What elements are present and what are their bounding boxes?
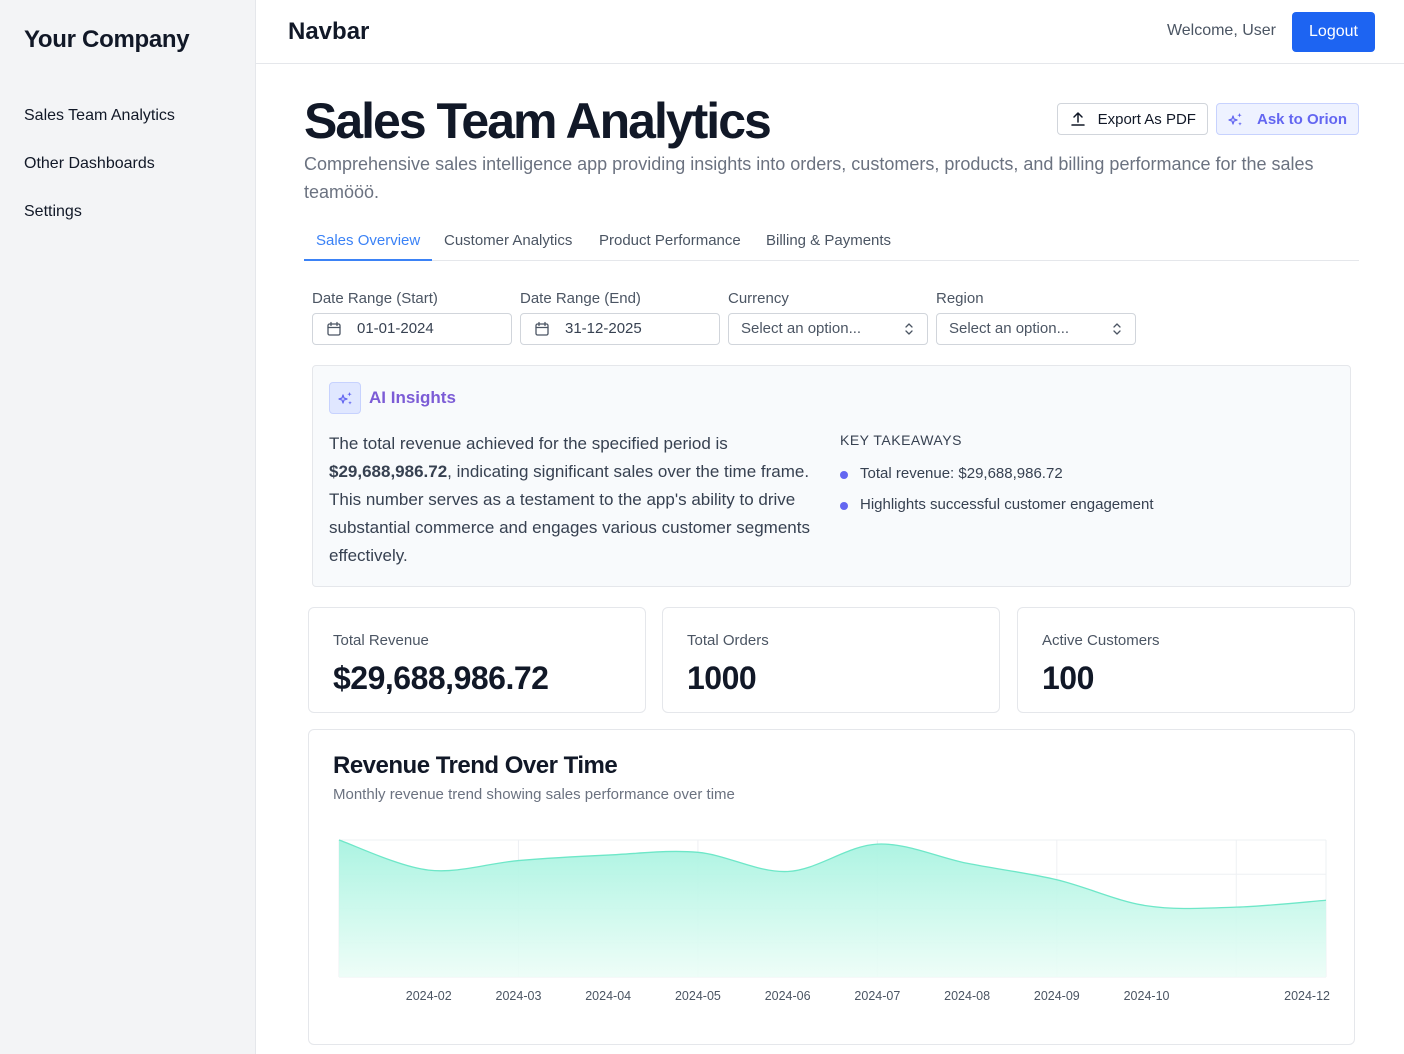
upload-icon bbox=[1070, 112, 1085, 126]
kpi-card-total-revenue: Total Revenue $29,688,986.72 bbox=[308, 607, 646, 713]
calendar-icon bbox=[327, 321, 341, 336]
x-tick-label: 2024-10 bbox=[1124, 989, 1170, 1003]
logout-button[interactable]: Logout bbox=[1292, 12, 1375, 52]
calendar-icon bbox=[535, 321, 549, 336]
chevron-up-down-icon bbox=[905, 323, 913, 335]
chevron-up-down-icon bbox=[1113, 323, 1121, 335]
header-actions: Export As PDF Ask to Orion bbox=[1056, 103, 1359, 135]
tab-sales-overview[interactable]: Sales Overview bbox=[304, 229, 433, 261]
filter-date-end: Date Range (End) 31-12-2025 bbox=[520, 290, 720, 345]
x-tick-label: 2024-02 bbox=[406, 989, 452, 1003]
sidebar-nav: Sales Team Analytics Other Dashboards Se… bbox=[24, 104, 175, 248]
kpi-card-total-orders: Total Orders 1000 bbox=[662, 607, 1000, 713]
sidebar: Your Company Sales Team Analytics Other … bbox=[0, 0, 256, 1054]
ask-orion-button[interactable]: Ask to Orion bbox=[1215, 103, 1359, 135]
insight-revenue-highlight: $29,688,986.72 bbox=[329, 462, 448, 481]
sparkles-icon bbox=[1228, 113, 1242, 126]
list-item: Highlights successful customer engagemen… bbox=[840, 495, 1153, 526]
brand-name: Your Company bbox=[24, 26, 190, 53]
key-takeaways-title: KEY TAKEAWAYS bbox=[840, 432, 962, 448]
filter-date-end-label: Date Range (End) bbox=[520, 290, 641, 307]
page-title: Sales Team Analytics bbox=[304, 93, 772, 149]
kpi-label: Total Revenue bbox=[333, 632, 429, 649]
kpi-label: Active Customers bbox=[1042, 632, 1160, 649]
filter-region: Region Select an option... bbox=[936, 290, 1136, 345]
x-tick-label: 2024-06 bbox=[765, 989, 811, 1003]
region-placeholder: Select an option... bbox=[949, 320, 1070, 337]
currency-placeholder: Select an option... bbox=[741, 320, 862, 337]
takeaway-text: Highlights successful customer engagemen… bbox=[860, 496, 1154, 513]
kpi-value: 1000 bbox=[687, 660, 757, 696]
kpi-label: Total Orders bbox=[687, 632, 769, 649]
list-item: Total revenue: $29,688,986.72 bbox=[840, 464, 1153, 495]
tab-billing-payments[interactable]: Billing & Payments bbox=[754, 229, 903, 261]
takeaway-text: Total revenue: $29,688,986.72 bbox=[860, 465, 1063, 482]
export-pdf-button[interactable]: Export As PDF bbox=[1056, 103, 1208, 135]
key-takeaways-list: Total revenue: $29,688,986.72 Highlights… bbox=[840, 464, 1153, 526]
filter-date-start: Date Range (Start) 01-01-2024 bbox=[312, 290, 512, 345]
date-end-value: 31-12-2025 bbox=[565, 320, 642, 337]
page-description: Comprehensive sales intelligence app pro… bbox=[304, 154, 1314, 202]
x-tick-label: 2024-04 bbox=[585, 989, 631, 1003]
welcome-text: Welcome, User bbox=[1166, 22, 1276, 39]
filter-currency-label: Currency bbox=[728, 290, 789, 307]
x-tick-label: 2024-03 bbox=[496, 989, 542, 1003]
kpi-value: 100 bbox=[1042, 660, 1094, 696]
bullet-dot bbox=[840, 502, 848, 510]
date-end-input[interactable]: 31-12-2025 bbox=[520, 313, 720, 345]
insight-text-pre: The total revenue achieved for the speci… bbox=[329, 434, 728, 453]
ai-insights-panel: AI Insights The total revenue achieved f… bbox=[312, 365, 1351, 587]
ai-insights-title: AI Insights bbox=[369, 388, 456, 407]
kpi-value: $29,688,986.72 bbox=[333, 660, 549, 696]
tab-product-performance[interactable]: Product Performance bbox=[587, 229, 753, 261]
export-pdf-label: Export As PDF bbox=[1097, 110, 1196, 128]
sidebar-item-settings[interactable]: Settings bbox=[24, 200, 175, 248]
date-start-input[interactable]: 01-01-2024 bbox=[312, 313, 512, 345]
filter-date-start-label: Date Range (Start) bbox=[312, 290, 438, 307]
filter-currency: Currency Select an option... bbox=[728, 290, 928, 345]
date-start-value: 01-01-2024 bbox=[357, 320, 434, 337]
sidebar-item-sales-team-analytics[interactable]: Sales Team Analytics bbox=[24, 104, 175, 152]
navbar-title: Navbar bbox=[288, 18, 370, 45]
x-tick-label: 2024-08 bbox=[944, 989, 990, 1003]
tab-bar: Sales Overview Customer Analytics Produc… bbox=[304, 229, 1359, 261]
ai-insights-body: The total revenue achieved for the speci… bbox=[329, 430, 829, 570]
revenue-trend-chart: 2024-02 2024-03 2024-04 2024-05 2024-06 2024-… bbox=[338, 839, 1330, 1003]
x-tick-label: 2024-07 bbox=[854, 989, 900, 1003]
ask-orion-label: Ask to Orion bbox=[1256, 110, 1347, 128]
x-tick-label: 2024-12 bbox=[1284, 989, 1330, 1003]
bullet-dot bbox=[840, 471, 848, 479]
filter-region-label: Region bbox=[936, 290, 984, 307]
sidebar-item-other-dashboards[interactable]: Other Dashboards bbox=[24, 152, 175, 200]
revenue-trend-card: Revenue Trend Over Time Monthly revenue … bbox=[308, 729, 1355, 1045]
kpi-card-active-customers: Active Customers 100 bbox=[1017, 607, 1355, 713]
region-select[interactable]: Select an option... bbox=[936, 313, 1136, 345]
tab-customer-analytics[interactable]: Customer Analytics bbox=[432, 229, 584, 261]
x-tick-label: 2024-09 bbox=[1034, 989, 1080, 1003]
x-tick-label: 2024-05 bbox=[675, 989, 721, 1003]
sparkles-icon bbox=[329, 382, 361, 414]
currency-select[interactable]: Select an option... bbox=[728, 313, 928, 345]
navbar: Navbar Welcome, User Logout bbox=[256, 0, 1404, 64]
